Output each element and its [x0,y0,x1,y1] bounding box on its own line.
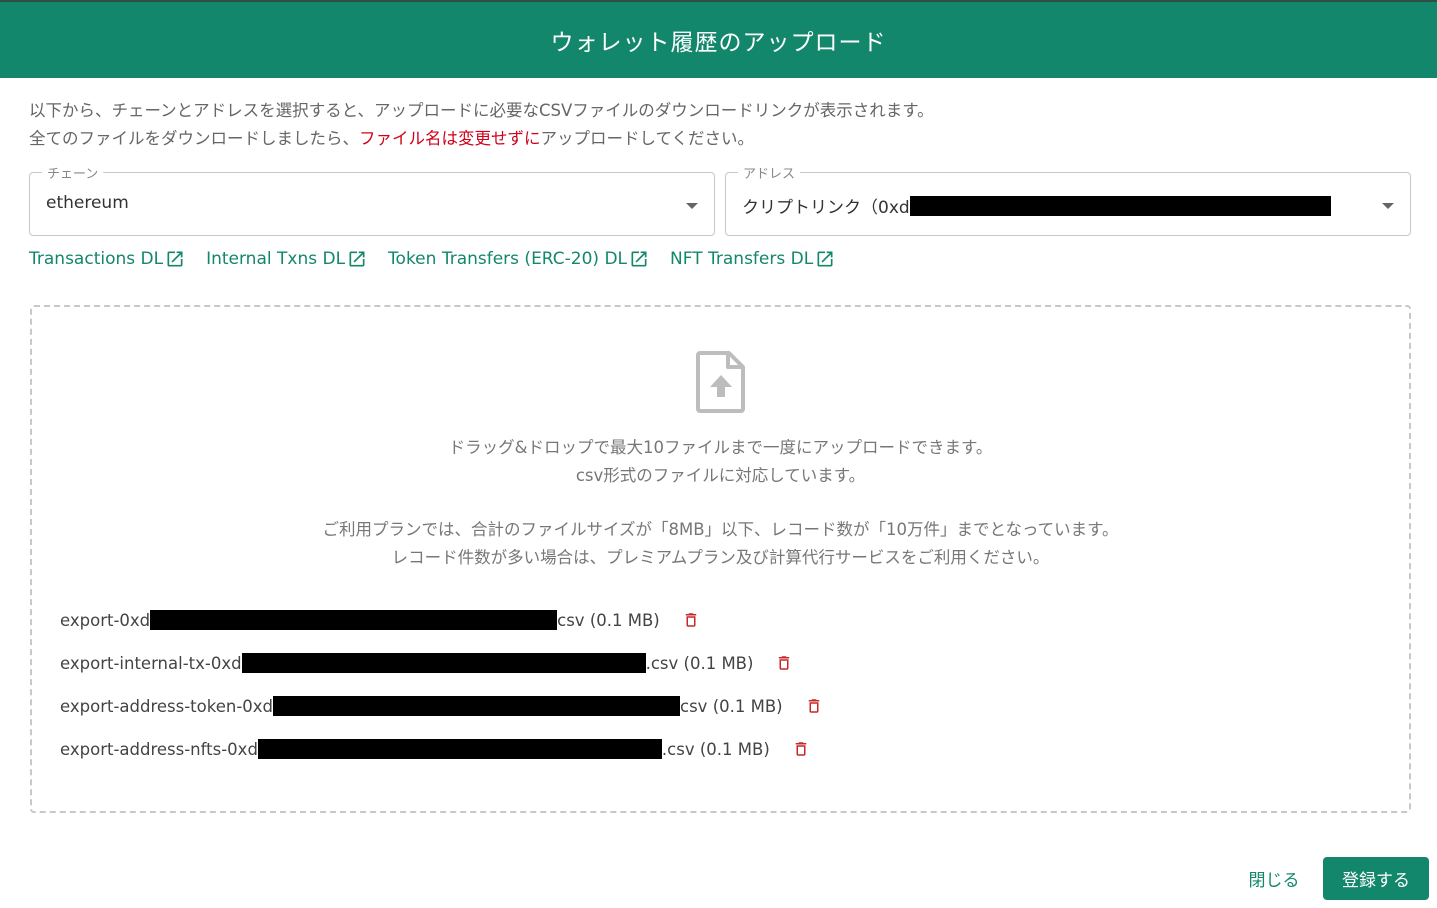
delete-file-button[interactable] [805,696,823,716]
dropzone-format-text: csv形式のファイルに対応しています。 [575,466,866,485]
file-name-suffix: csv (0.1 MB) [680,696,783,716]
address-select-label: アドレス [738,163,801,182]
file-name-suffix: .csv (0.1 MB) [661,739,770,759]
file-item: export-address-nfts-0xd .csv (0.1 MB) [60,739,810,759]
submit-button[interactable]: 登録する [1323,857,1429,900]
transactions-download-label: Transactions DL [29,249,164,269]
download-links: Transactions DL Internal Txns DL Token T… [29,249,856,269]
transactions-download-link[interactable]: Transactions DL [29,249,185,269]
delete-file-button[interactable] [682,610,700,630]
redacted-filename [241,653,646,673]
dialog-header: ウォレット履歴のアップロード [0,0,1437,78]
chain-select-value: ethereum [46,193,129,213]
chain-select[interactable]: チェーン ethereum [29,163,715,236]
file-name-suffix: csv (0.1 MB) [557,610,660,630]
chevron-down-icon [686,203,698,209]
filename-warning: ファイル名は変更せずに [359,129,541,148]
file-name-prefix: export-0xd [60,610,151,630]
trash-icon [685,613,696,627]
token-transfers-download-link[interactable]: Token Transfers (ERC-20) DL [388,249,649,269]
intro-line-2: 全てのファイルをダウンロードしましたら、ファイル名は変更せずにアップロードしてく… [29,125,934,153]
internal-txns-download-label: Internal Txns DL [206,249,346,269]
intro-line-1: 以下から、チェーンとアドレスを選択すると、アップロードに必要なCSVファイルのダ… [29,101,934,120]
address-select-value: クリプトリンク（0xd [742,193,1331,218]
chain-select-label: チェーン [42,163,104,182]
file-name-suffix: .csv (0.1 MB) [645,653,754,673]
external-link-icon [167,251,183,267]
internal-txns-download-link[interactable]: Internal Txns DL [206,249,367,269]
trash-icon [808,699,819,713]
delete-file-button[interactable] [775,653,793,673]
address-value-prefix: クリプトリンク（0xd [742,198,910,218]
dialog-title: ウォレット履歴のアップロード [550,30,887,56]
chevron-down-icon [1382,203,1394,209]
redacted-filename [257,739,662,759]
file-dropzone[interactable]: ドラッグ&ドロップで最大10ファイルまで一度にアップロードできます。 csv形式… [30,305,1411,813]
token-transfers-download-label: Token Transfers (ERC-20) DL [388,249,628,269]
file-upload-icon [696,351,745,413]
nft-transfers-download-link[interactable]: NFT Transfers DL [670,249,835,269]
file-item: export-address-token-0xd csv (0.1 MB) [60,696,823,716]
redacted-filename [273,696,681,716]
file-name-prefix: export-internal-tx-0xd [60,653,242,673]
intro-line-2-prefix: 全てのファイルをダウンロードしましたら、 [29,129,359,148]
dropzone-premium-text: レコード件数が多い場合は、プレミアムプラン及び計算代行サービスをご利用ください。 [391,548,1050,567]
delete-file-button[interactable] [792,739,810,759]
nft-transfers-download-label: NFT Transfers DL [670,249,814,269]
trash-icon [795,742,807,756]
external-link-icon [817,251,833,267]
redacted-filename [150,610,558,630]
intro-line-2-suffix: アップロードしてください。 [540,129,755,148]
close-button[interactable]: 閉じる [1238,858,1310,898]
dropzone-plan-text: ご利用プランでは、合計のファイルサイズが「8MB」以下、レコード数が「10万件」… [322,520,1119,539]
external-link-icon [631,251,647,267]
trash-icon [779,656,790,670]
external-link-icon [349,251,365,267]
address-select[interactable]: アドレス クリプトリンク（0xd [725,163,1411,236]
intro-text: 以下から、チェーンとアドレスを選択すると、アップロードに必要なCSVファイルのダ… [29,97,934,153]
file-item: export-0xd csv (0.1 MB) [60,610,700,630]
dropzone-limit-text: ドラッグ&ドロップで最大10ファイルまで一度にアップロードできます。 [448,438,993,457]
file-item: export-internal-tx-0xd .csv (0.1 MB) [60,653,793,673]
file-name-prefix: export-address-token-0xd [60,696,274,716]
file-name-prefix: export-address-nfts-0xd [60,739,258,759]
redacted-address [909,196,1331,216]
